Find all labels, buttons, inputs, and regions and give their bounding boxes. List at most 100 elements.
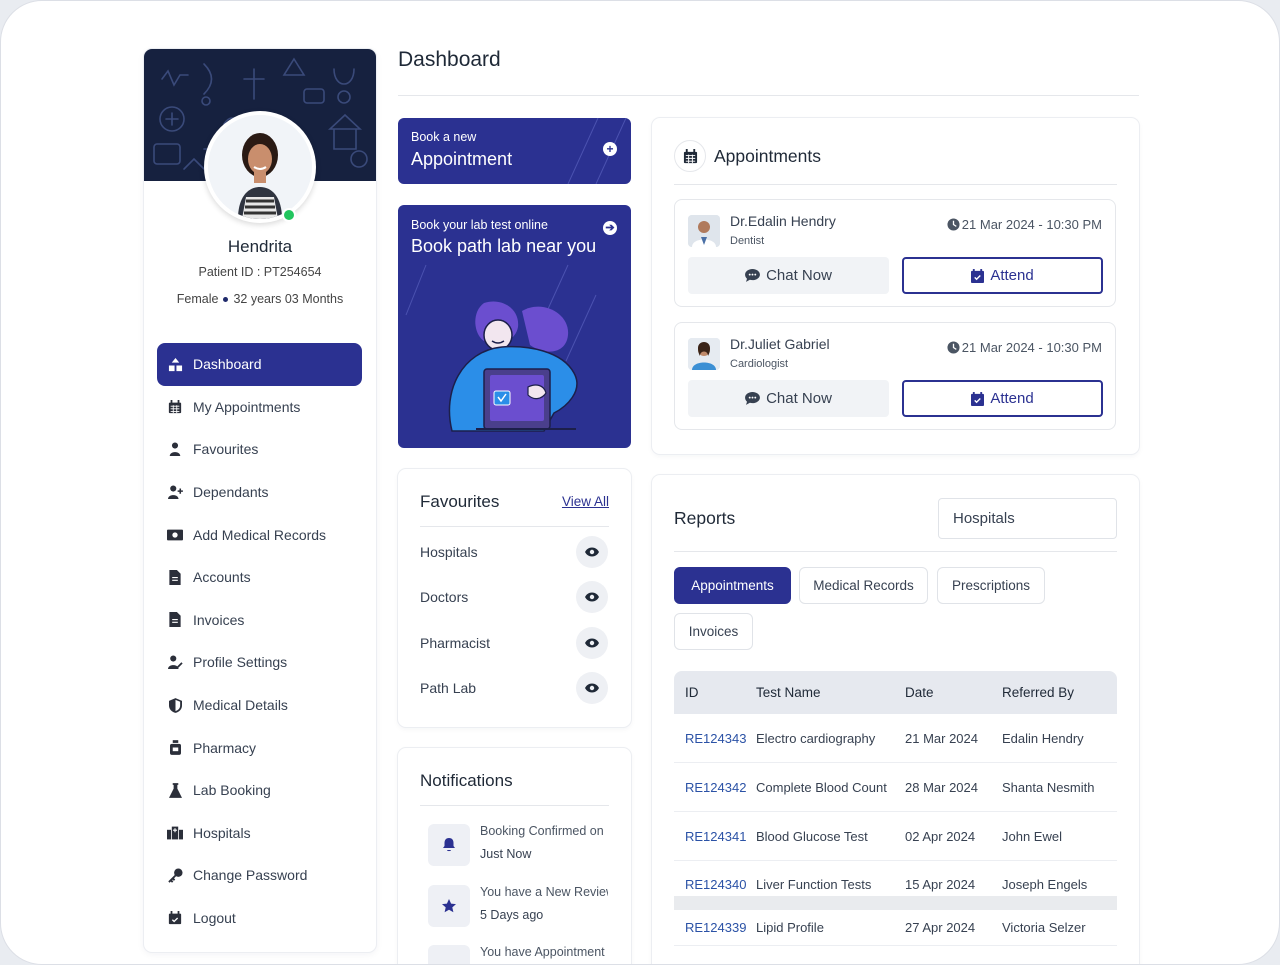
tab-prescriptions[interactable]: Prescriptions (937, 567, 1045, 604)
sidebar-menu: Dashboard My Appointments Favourites Dep… (157, 343, 362, 939)
report-date: 15 Apr 2024 (905, 877, 976, 892)
report-id[interactable]: RE124342 (674, 780, 756, 795)
calendar-icon (167, 399, 183, 415)
doctor-name: Dr.Edalin Hendry (730, 213, 836, 229)
notification-text: You have Appointment (480, 945, 605, 959)
bell-icon (428, 824, 470, 866)
sidebar-item-logout[interactable]: Logout (157, 897, 362, 940)
test-name: Electro cardiography (756, 730, 876, 746)
sidebar-item-medical-details[interactable]: Medical Details (157, 684, 362, 727)
user-plus-icon (167, 484, 183, 500)
favourite-label: Doctors (420, 589, 469, 605)
appointments-card: Appointments Dr.Edalin Hendry Dentist 21… (652, 118, 1139, 454)
sidebar-item-lab-booking[interactable]: Lab Booking (157, 769, 362, 812)
woman-laptop-illustration-icon (448, 301, 578, 432)
chat-now-button[interactable]: Chat Now (688, 380, 889, 417)
plus-icon: + (603, 142, 617, 156)
sidebar-item-add-medical-records[interactable]: Add Medical Records (157, 513, 362, 556)
eye-icon[interactable] (576, 672, 608, 704)
column-header: ID (685, 685, 699, 700)
report-date: 27 Apr 2024 (905, 920, 976, 935)
favourite-label: Path Lab (420, 680, 477, 696)
table-row[interactable]: RE124339 Lipid Profile 27 Apr 2024 Victo… (674, 910, 1117, 946)
file-icon (167, 569, 183, 585)
attend-button[interactable]: Attend (902, 380, 1103, 417)
book-appointment-card[interactable]: Book a new Appointment + (398, 118, 631, 184)
test-name: Complete Blood Count (756, 779, 887, 795)
patient-age: 32 years 03 Months (233, 292, 344, 306)
report-id[interactable]: RE124340 (674, 877, 756, 892)
chat-icon (745, 269, 760, 282)
notification-item[interactable]: Booking Confirmed on Just Now (428, 824, 608, 876)
star-icon (428, 885, 470, 927)
hospitals-select[interactable]: Hospitals (938, 498, 1117, 539)
tab-appointments[interactable]: Appointments (674, 567, 791, 604)
attend-button[interactable]: Attend (902, 257, 1103, 294)
sidebar-item-label: Favourites (193, 441, 259, 458)
sidebar-item-dependants[interactable]: Dependants (157, 471, 362, 514)
calendar-check-icon (167, 910, 183, 926)
sidebar-item-label: Profile Settings (193, 654, 288, 671)
report-id[interactable]: RE124341 (674, 829, 756, 844)
appointment-time: 21 Mar 2024 - 10:30 PM (947, 217, 1102, 232)
chat-now-button[interactable]: Chat Now (688, 257, 889, 294)
sidebar-item-label: My Appointments (193, 398, 301, 415)
sidebar: Hendrita Patient ID : PT254654 Female 32 … (144, 49, 376, 952)
key-icon (167, 867, 183, 883)
notification-item[interactable]: You have a New Review 5 Days ago (428, 885, 608, 937)
sidebar-item-dashboard[interactable]: Dashboard (157, 343, 362, 386)
separator-dot (223, 297, 229, 303)
user-edit-icon (167, 654, 183, 670)
notification-item[interactable]: You have Appointment (428, 945, 608, 964)
patient-photo-icon (208, 115, 312, 219)
divider (674, 551, 1117, 552)
column-header: Test Name (756, 685, 821, 700)
sidebar-item-change-password[interactable]: Change Password (157, 854, 362, 897)
report-id[interactable]: RE124343 (674, 731, 756, 746)
calendar-check-icon (971, 391, 985, 406)
favourite-item-path-lab: Path Lab (420, 671, 608, 705)
sidebar-item-my-appointments[interactable]: My Appointments (157, 386, 362, 429)
column-header: Referred By (1002, 685, 1075, 700)
test-name: Liver Function Tests (756, 877, 872, 892)
eye-icon[interactable] (576, 536, 608, 568)
favourites-card: Favourites View All Hospitals Doctors Ph… (398, 469, 631, 727)
favourite-item-hospitals: Hospitals (420, 535, 608, 569)
referred-by: Edalin Hendry (1002, 730, 1084, 746)
notifications-title: Notifications (420, 771, 513, 790)
patient-gender: Female (176, 292, 219, 306)
table-header: ID Test Name Date Referred By (674, 671, 1117, 714)
calendar-check-icon (971, 268, 985, 283)
online-status-badge (282, 208, 296, 222)
sidebar-item-profile-settings[interactable]: Profile Settings (157, 641, 362, 684)
book-appointment-line2: Appointment (411, 149, 513, 169)
report-id[interactable]: RE124339 (674, 920, 756, 935)
tab-medical-records[interactable]: Medical Records (799, 567, 928, 604)
table-row[interactable]: RE124343 Electro cardiography 21 Mar 202… (674, 714, 1117, 763)
reports-title: Reports (674, 508, 736, 528)
sidebar-item-invoices[interactable]: Invoices (157, 599, 362, 642)
sidebar-item-favourites[interactable]: Favourites (157, 428, 362, 471)
sidebar-item-label: Dashboard (193, 356, 262, 373)
eye-icon[interactable] (576, 627, 608, 659)
lab-booking-card[interactable]: Book your lab test online Book path lab … (398, 205, 631, 448)
sidebar-item-pharmacy[interactable]: Pharmacy (157, 726, 362, 769)
sidebar-item-accounts[interactable]: Accounts (157, 556, 362, 599)
table-row[interactable]: RE124342 Complete Blood Count 28 Mar 202… (674, 763, 1117, 812)
attend-label: Attend (990, 267, 1034, 284)
money-icon (167, 527, 183, 543)
tab-invoices[interactable]: Invoices (674, 613, 753, 650)
table-row[interactable]: RE124341 Blood Glucose Test 02 Apr 2024 … (674, 812, 1117, 861)
sidebar-item-hospitals[interactable]: Hospitals (157, 812, 362, 855)
table-row[interactable]: RE124340 Liver Function Tests 15 Apr 202… (674, 861, 1117, 910)
shield-icon (167, 697, 183, 713)
view-all-link[interactable]: View All (562, 494, 609, 509)
clock-icon (947, 218, 960, 231)
dashboard-icon (167, 356, 183, 372)
test-name: Blood Glucose Test (756, 828, 868, 844)
referred-by: Victoria Selzer (1002, 920, 1086, 935)
attend-label: Attend (990, 390, 1034, 407)
eye-icon[interactable] (576, 581, 608, 613)
sidebar-item-label: Pharmacy (193, 739, 257, 756)
favourite-item-doctors: Doctors (420, 580, 608, 614)
